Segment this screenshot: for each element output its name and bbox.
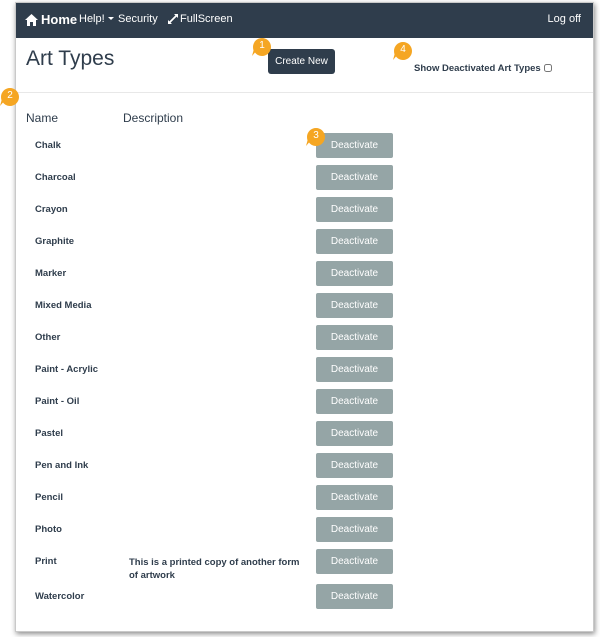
art-type-name: Mixed Media: [35, 300, 92, 311]
art-type-name: Other: [35, 332, 61, 343]
deactivate-button[interactable]: Deactivate: [316, 133, 393, 158]
art-type-name: Photo: [35, 524, 62, 535]
table-row: Paint - Acrylic Deactivate: [16, 357, 593, 396]
table-row: Other Deactivate: [16, 325, 593, 364]
deactivate-button[interactable]: Deactivate: [316, 517, 393, 542]
nav-help-dropdown[interactable]: Help!: [79, 3, 114, 38]
deactivate-button[interactable]: Deactivate: [316, 549, 393, 574]
art-type-name: Print: [35, 556, 57, 567]
deactivate-button[interactable]: Deactivate: [316, 325, 393, 350]
deactivate-button[interactable]: Deactivate: [316, 389, 393, 414]
callout-number: 4: [400, 44, 406, 55]
table-row: Chalk Deactivate: [16, 133, 593, 172]
art-type-name: Crayon: [35, 204, 68, 215]
caret-down-icon: [107, 17, 114, 20]
nav-security-link[interactable]: Security: [118, 3, 158, 38]
callout-marker-1: 1: [252, 37, 272, 57]
table-row: Crayon Deactivate: [16, 197, 593, 236]
app-window: Home Help! Security FullScreen Log off A…: [15, 2, 594, 632]
art-type-name: Chalk: [35, 140, 61, 151]
page-title: Art Types: [26, 47, 115, 70]
deactivate-button[interactable]: Deactivate: [316, 584, 393, 609]
table-row: Graphite Deactivate: [16, 229, 593, 268]
art-type-name: Pen and Ink: [35, 460, 89, 471]
expand-icon: [168, 14, 178, 24]
art-type-name: Paint - Oil: [35, 396, 80, 407]
table-row: Charcoal Deactivate: [16, 165, 593, 204]
table-row: Print This is a printed copy of another f…: [16, 549, 593, 588]
nav-home-link[interactable]: Home: [25, 3, 77, 38]
art-type-description: This is a printed copy of another form o…: [129, 557, 300, 581]
deactivate-button[interactable]: Deactivate: [316, 261, 393, 286]
art-type-name: Marker: [35, 268, 67, 279]
art-type-name: Charcoal: [35, 172, 76, 183]
nav-logoff-link[interactable]: Log off: [548, 3, 581, 38]
create-new-button[interactable]: Create New: [268, 49, 335, 74]
table-row: Pencil Deactivate: [16, 485, 593, 524]
table-row: Pastel Deactivate: [16, 421, 593, 460]
nav-fullscreen-label: FullScreen: [180, 13, 233, 25]
nav-logoff-label: Log off: [547, 13, 581, 25]
table-row: Paint - Oil Deactivate: [16, 389, 593, 428]
deactivate-button[interactable]: Deactivate: [316, 453, 393, 478]
callout-number: 3: [313, 130, 319, 141]
deactivate-button[interactable]: Deactivate: [316, 229, 393, 254]
art-type-name: Pastel: [35, 428, 63, 439]
table-row: Photo Deactivate: [16, 517, 593, 556]
nav-security-label: Security: [118, 13, 158, 25]
show-deactivated-label: Show Deactivated Art Types: [414, 63, 541, 74]
top-navbar: Home Help! Security FullScreen Log off: [16, 3, 593, 38]
table-row: Mixed Media Deactivate: [16, 293, 593, 332]
callout-number: 2: [7, 90, 13, 101]
column-header-name: Name: [26, 111, 59, 125]
deactivate-button[interactable]: Deactivate: [316, 357, 393, 382]
callout-marker-4: 4: [393, 41, 413, 61]
callout-marker-3: 3: [306, 127, 326, 147]
home-icon: [25, 14, 38, 26]
art-type-name: Graphite: [35, 236, 75, 247]
table-row: Watercolor Deactivate: [16, 584, 593, 623]
nav-fullscreen-link[interactable]: FullScreen: [168, 3, 233, 38]
nav-help-label: Help!: [79, 13, 105, 25]
art-type-name: Paint - Acrylic: [35, 364, 99, 375]
deactivate-button[interactable]: Deactivate: [316, 165, 393, 190]
nav-home-label: Home: [41, 12, 78, 27]
callout-marker-2: 2: [0, 87, 20, 107]
deactivate-button[interactable]: Deactivate: [316, 421, 393, 446]
header-divider: [16, 92, 593, 93]
deactivate-button[interactable]: Deactivate: [316, 485, 393, 510]
art-type-name: Watercolor: [35, 591, 85, 602]
column-header-description: Description: [123, 111, 184, 125]
table-row: Marker Deactivate: [16, 261, 593, 300]
art-type-name: Pencil: [35, 492, 63, 503]
show-deactivated-checkbox[interactable]: [543, 64, 552, 72]
table-row: Pen and Ink Deactivate: [16, 453, 593, 492]
deactivate-button[interactable]: Deactivate: [316, 197, 393, 222]
callout-number: 1: [259, 40, 265, 51]
deactivate-button[interactable]: Deactivate: [316, 293, 393, 318]
show-deactivated-toggle[interactable]: Show Deactivated Art Types: [414, 63, 552, 74]
